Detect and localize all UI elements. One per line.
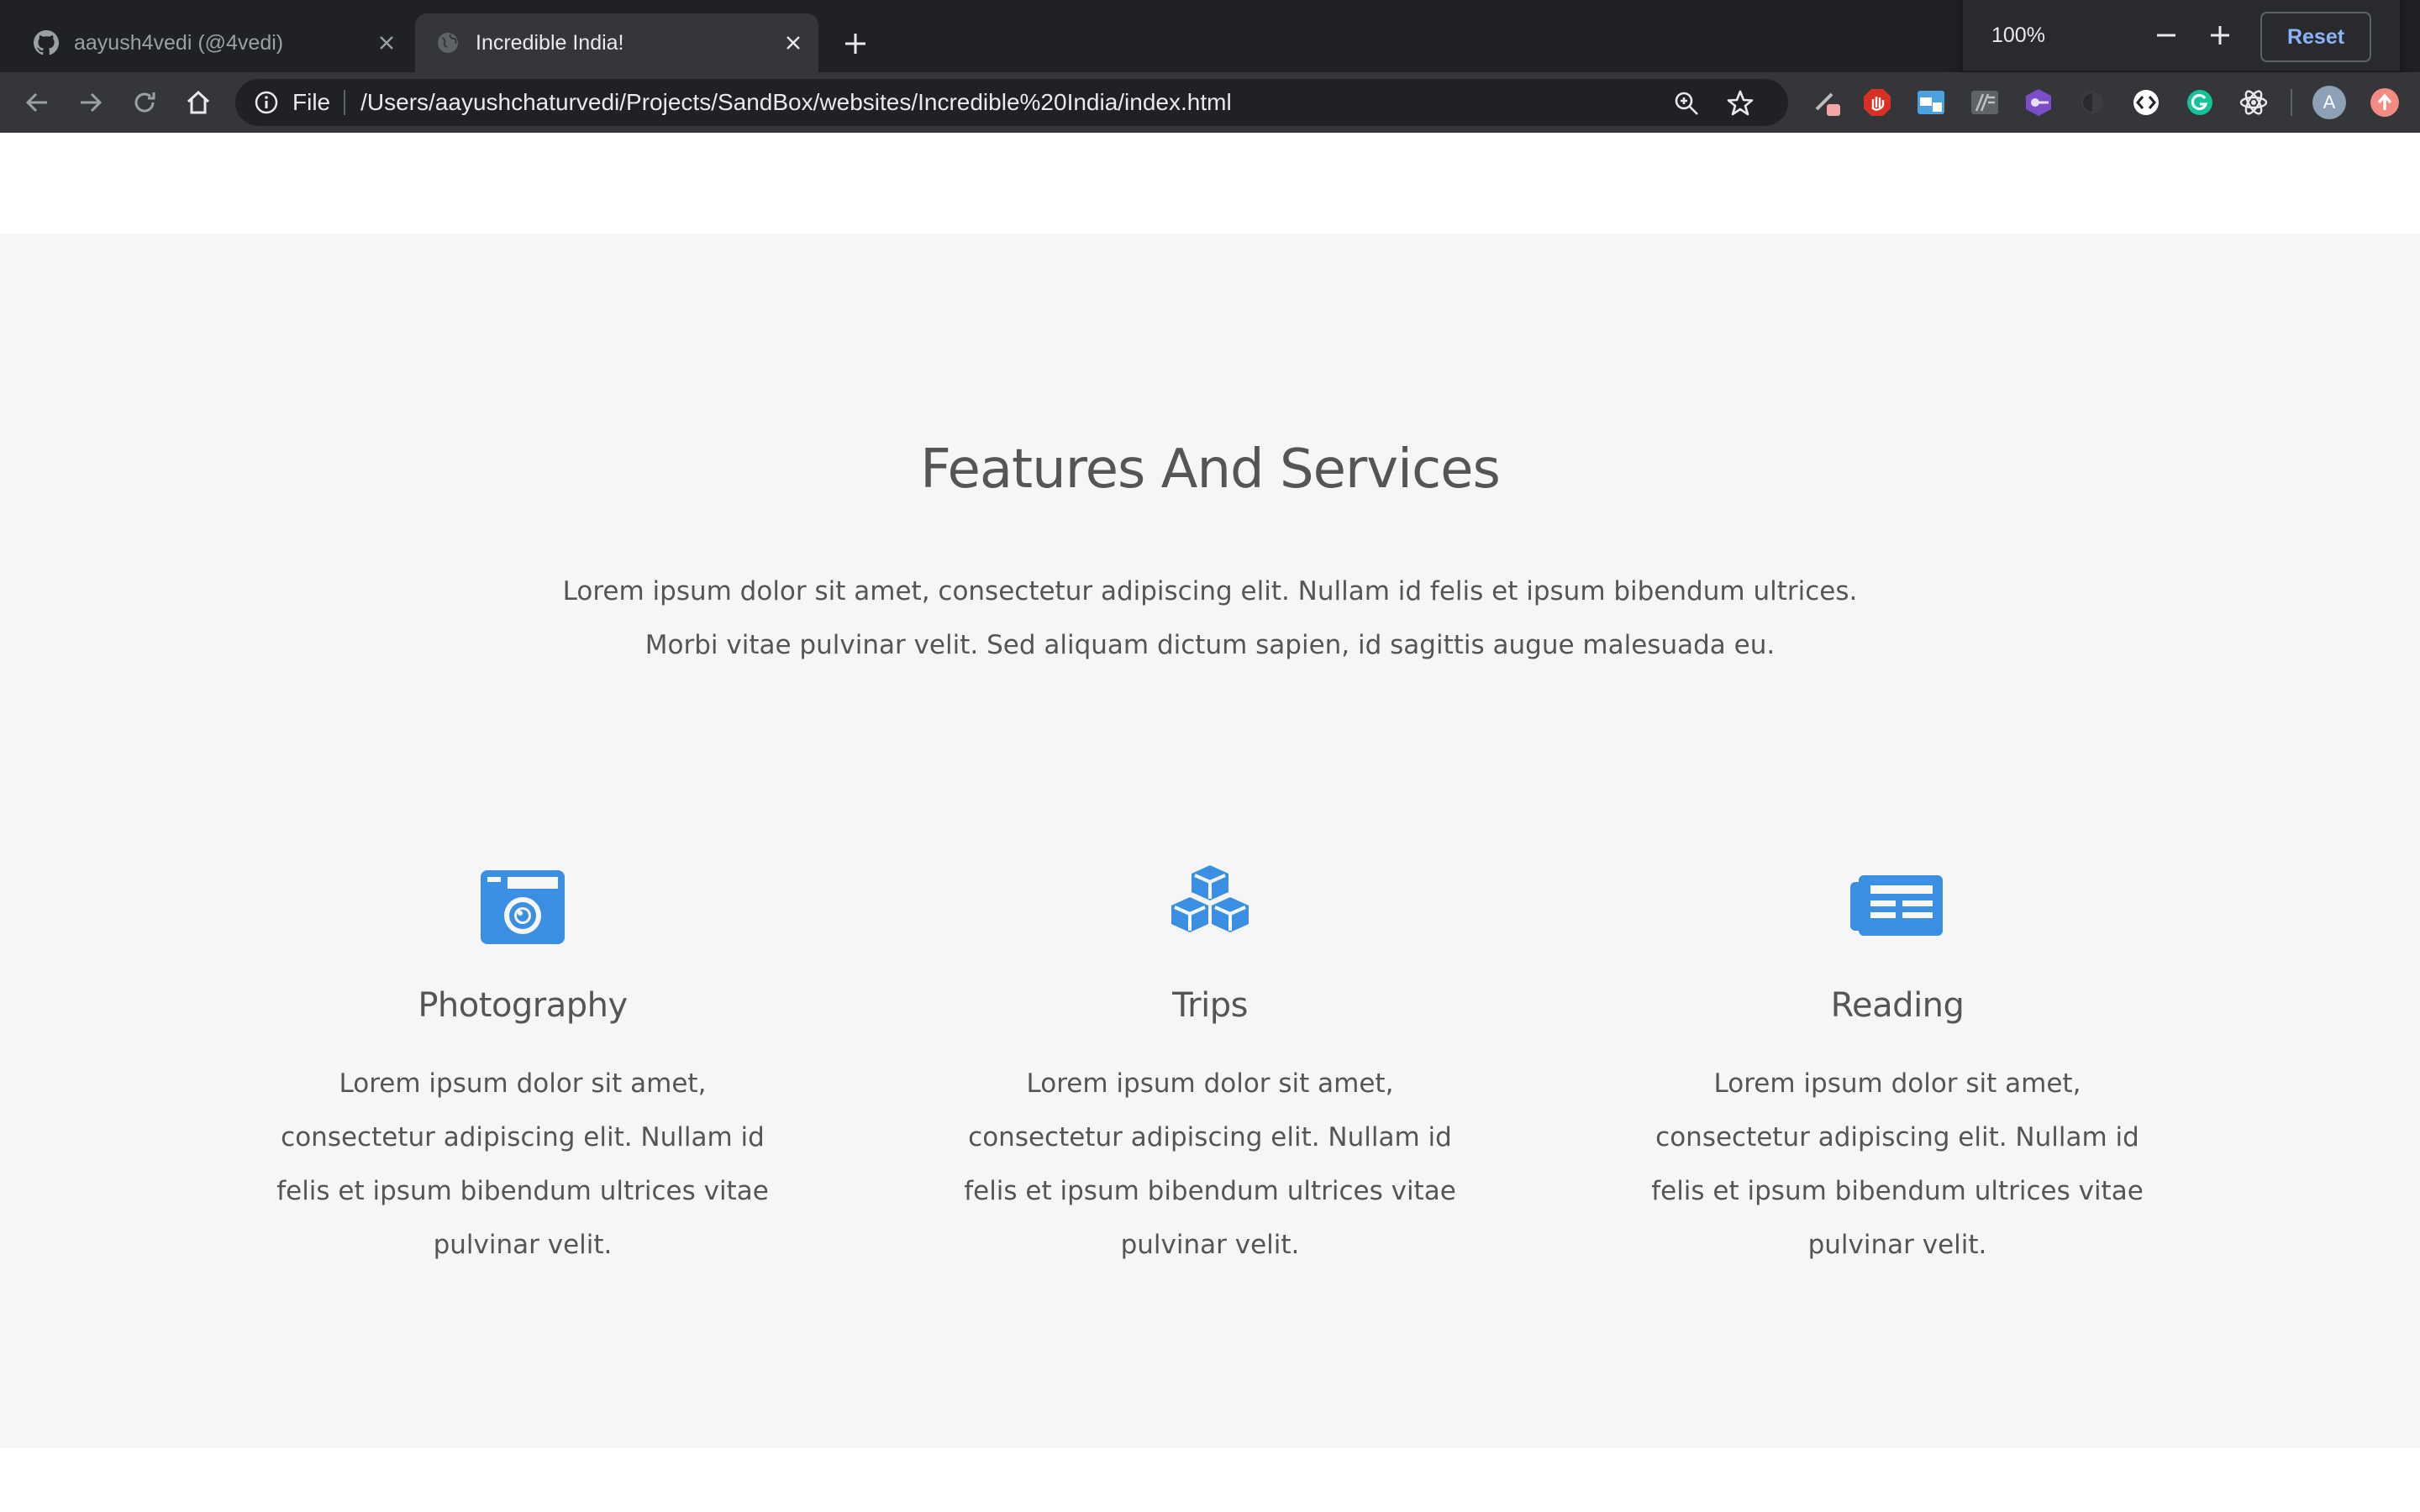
reload-button[interactable] bbox=[126, 84, 163, 121]
reader-extension-icon[interactable] bbox=[1970, 87, 2000, 118]
feature-photography: Photography Lorem ipsum dolor sit amet, … bbox=[237, 864, 808, 1272]
react-devtools-icon[interactable] bbox=[2238, 87, 2269, 118]
zoom-level: 100% bbox=[1991, 24, 2045, 47]
purple-extension-icon[interactable] bbox=[2023, 87, 2054, 118]
zoom-reset-button[interactable]: Reset bbox=[2260, 12, 2371, 62]
camera-icon bbox=[481, 870, 565, 944]
feature-title: Reading bbox=[1830, 986, 1965, 1025]
zoom-icon[interactable] bbox=[1672, 89, 1701, 118]
feature-title: Trips bbox=[1172, 986, 1248, 1025]
arrow-left-icon bbox=[25, 92, 47, 113]
lead-line-1: Lorem ipsum dolor sit amet, consectetur … bbox=[562, 576, 1858, 606]
plus-icon bbox=[2211, 26, 2229, 45]
globe-icon bbox=[438, 33, 458, 53]
home-button[interactable] bbox=[180, 84, 217, 121]
browser-toolbar: File /Users/aayushchaturvedi/Projects/Sa… bbox=[0, 72, 2420, 133]
address-bar[interactable]: File /Users/aayushchaturvedi/Projects/Sa… bbox=[235, 79, 1788, 126]
tab-github[interactable]: aayush4vedi (@4vedi) bbox=[18, 13, 412, 72]
arrow-right-icon bbox=[81, 92, 103, 113]
toolbar-divider bbox=[2291, 89, 2292, 116]
adblock-icon[interactable] bbox=[1862, 87, 1892, 118]
section-lead: Lorem ipsum dolor sit amet, consectetur … bbox=[538, 564, 1882, 672]
page-footer-area bbox=[0, 1448, 2420, 1512]
url-text[interactable]: /Users/aayushchaturvedi/Projects/SandBox… bbox=[360, 89, 1232, 116]
feature-description: Lorem ipsum dolor sit amet, consectetur … bbox=[964, 1068, 1456, 1260]
feature-description: Lorem ipsum dolor sit amet, consectetur … bbox=[276, 1068, 769, 1260]
back-button[interactable] bbox=[18, 84, 55, 121]
new-tab-button[interactable] bbox=[837, 25, 874, 62]
code-extension-icon[interactable] bbox=[2131, 87, 2161, 118]
close-tab-icon[interactable] bbox=[373, 29, 400, 56]
zoom-in-button[interactable] bbox=[2203, 18, 2237, 52]
minus-icon bbox=[2157, 34, 2175, 37]
cubes-icon bbox=[1171, 865, 1249, 932]
dark-extension-icon[interactable] bbox=[2077, 87, 2107, 118]
tab-title: Incredible India! bbox=[476, 30, 624, 55]
home-icon bbox=[187, 90, 210, 114]
profile-avatar[interactable]: A bbox=[2312, 86, 2346, 119]
reload-icon bbox=[134, 92, 155, 113]
window-extension-icon[interactable] bbox=[1916, 87, 1946, 118]
forward-button[interactable] bbox=[72, 84, 109, 121]
close-tab-icon[interactable] bbox=[780, 29, 807, 56]
feature-title: Photography bbox=[418, 986, 628, 1025]
tab-title: aayush4vedi (@4vedi) bbox=[74, 30, 284, 55]
info-icon[interactable] bbox=[254, 90, 279, 115]
zoom-popup: 100% Reset bbox=[1961, 0, 2402, 72]
features-section: Features And Services Lorem ipsum dolor … bbox=[0, 234, 2420, 1448]
url-divider bbox=[344, 90, 346, 115]
tab-incredible-india[interactable]: Incredible India! bbox=[415, 13, 818, 72]
github-icon bbox=[34, 30, 59, 55]
page-header-area bbox=[0, 133, 2420, 234]
plus-icon bbox=[845, 34, 865, 54]
url-scheme-label: File bbox=[292, 89, 331, 115]
update-icon[interactable] bbox=[2368, 86, 2402, 119]
pen-extension-icon[interactable] bbox=[1813, 87, 1844, 118]
grammarly-icon[interactable] bbox=[2185, 87, 2215, 118]
feature-trips: Trips Lorem ipsum dolor sit amet, consec… bbox=[924, 864, 1496, 1272]
feature-reading: Reading Lorem ipsum dolor sit amet, cons… bbox=[1612, 864, 2183, 1272]
lead-line-2: Morbi vitae pulvinar velit. Sed aliquam … bbox=[644, 630, 1776, 660]
feature-description: Lorem ipsum dolor sit amet, consectetur … bbox=[1651, 1068, 2144, 1260]
section-title: Features And Services bbox=[920, 438, 1501, 501]
zoom-out-button[interactable] bbox=[2149, 18, 2183, 52]
star-icon[interactable] bbox=[1726, 89, 1754, 118]
newspaper-icon bbox=[1850, 875, 1943, 936]
